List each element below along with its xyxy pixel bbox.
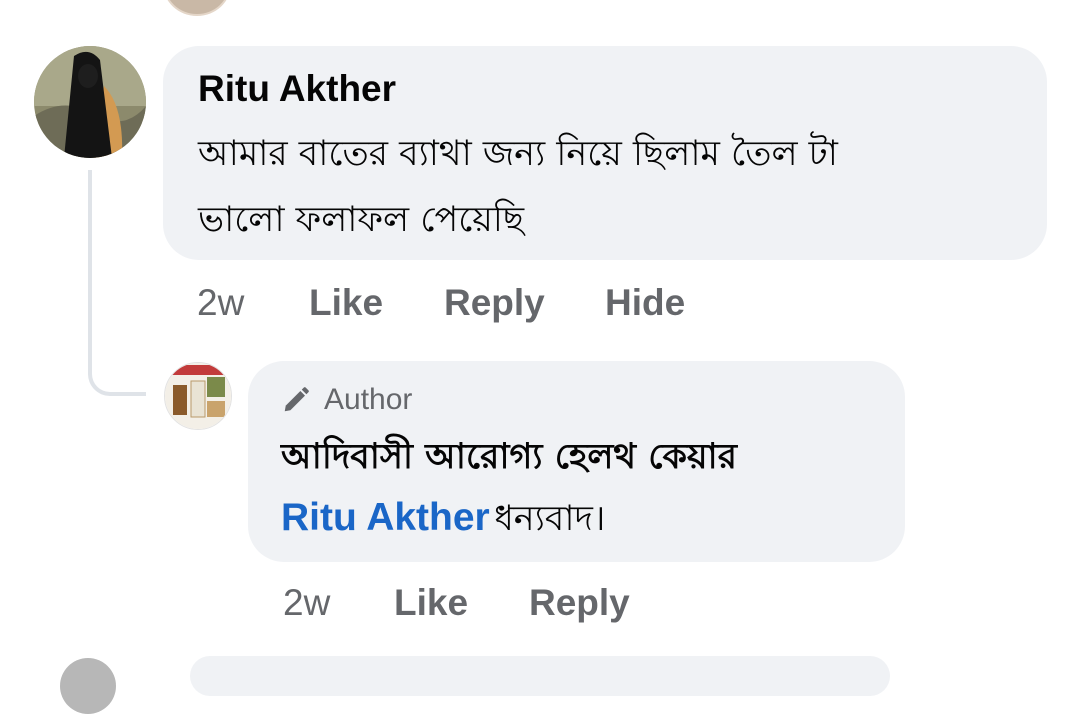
reply-text: Ritu Akther ধন্যবাদ।: [281, 491, 605, 550]
mention-link[interactable]: Ritu Akther: [281, 496, 490, 539]
page-avatar-image: [165, 363, 231, 429]
comment-reply-button[interactable]: Reply: [444, 282, 545, 324]
reply-author-name[interactable]: আদিবাসী আরোগ্য হেলথ কেয়ার: [281, 429, 737, 488]
author-badge-label: Author: [324, 383, 413, 416]
comment-like-button[interactable]: Like: [309, 282, 383, 324]
reply-timestamp: 2w: [283, 582, 331, 623]
next-comment-bubble: [190, 656, 890, 696]
next-comment-avatar[interactable]: [60, 658, 116, 714]
reply-bubble[interactable]: Author আদিবাসী আরোগ্য হেলথ কেয়ার Ritu A…: [248, 361, 905, 562]
reply-reply-button[interactable]: Reply: [529, 582, 630, 624]
commenter-avatar-image: [34, 46, 146, 158]
previous-comment-avatar[interactable]: [163, 0, 231, 16]
comment-author-name[interactable]: Ritu Akther: [198, 68, 396, 110]
reply-actions-row: 2w Like Reply: [0, 582, 1080, 626]
pencil-icon: [284, 387, 309, 412]
reply-like-button[interactable]: Like: [394, 582, 468, 624]
reply-message: ধন্যবাদ।: [494, 499, 606, 539]
comment-hide-button[interactable]: Hide: [605, 282, 685, 324]
comment-actions-row: 2w Like Reply Hide: [0, 282, 1080, 326]
comment-text-line-1: আমার বাতের ব্যাথা জন্য নিয়ে ছিলাম তৈল ট…: [198, 134, 838, 174]
comment-text-line-2: ভালো ফলাফল পেয়েছি: [198, 200, 525, 240]
page-avatar[interactable]: [164, 362, 232, 430]
comment-bubble[interactable]: Ritu Akther আমার বাতের ব্যাথা জন্য নিয়ে…: [163, 46, 1047, 260]
comment-timestamp: 2w: [197, 282, 245, 323]
commenter-avatar[interactable]: [34, 46, 146, 158]
